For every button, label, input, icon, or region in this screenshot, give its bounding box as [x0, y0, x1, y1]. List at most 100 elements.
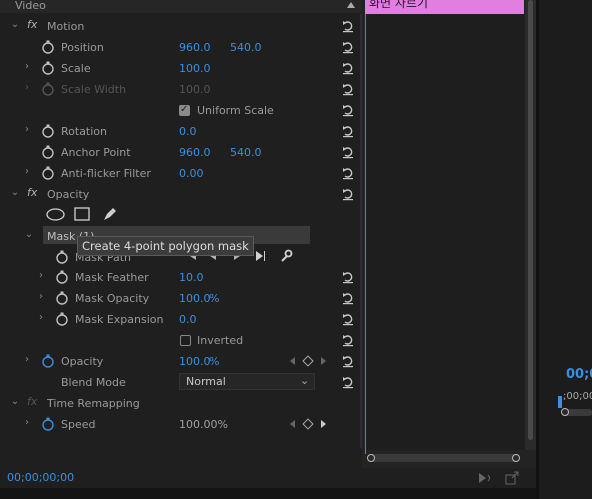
prev-keyframe-icon[interactable] — [290, 420, 295, 428]
current-timecode[interactable]: 00;00;00;00 — [7, 471, 74, 485]
playhead-line[interactable] — [365, 14, 366, 454]
stopwatch-icon[interactable] — [41, 166, 55, 180]
stopwatch-icon[interactable] — [55, 291, 69, 305]
scale-width-value: 100.0 — [179, 83, 211, 96]
chevron-down-icon[interactable]: ⌄ — [23, 229, 35, 241]
chevron-right-icon: › — [25, 82, 29, 93]
reset-icon[interactable] — [341, 354, 355, 368]
rotation-value[interactable]: 0.0 — [179, 125, 197, 139]
scroll-handle-left[interactable] — [367, 454, 375, 462]
chevron-right-icon[interactable]: › — [35, 312, 47, 324]
time-remapping-row[interactable]: ⌄ fx Time Remapping — [0, 393, 362, 414]
anchor-point-y-value[interactable]: 540.0 — [230, 146, 262, 160]
reset-icon[interactable] — [341, 103, 355, 117]
opacity-unit: % — [209, 355, 220, 368]
position-row: Position 960.0 540.0 — [0, 37, 362, 58]
stopwatch-icon[interactable] — [55, 312, 69, 326]
reset-icon[interactable] — [341, 291, 355, 305]
add-keyframe-icon[interactable] — [302, 418, 314, 430]
vertical-scrollbar-thumb[interactable] — [528, 0, 533, 440]
timeline-ruler-label: ;00;00 — [563, 391, 592, 402]
position-label: Position — [61, 41, 104, 54]
stopwatch-icon[interactable] — [41, 124, 55, 138]
ellipse-mask-icon[interactable] — [46, 208, 65, 221]
wrench-icon[interactable] — [279, 249, 293, 263]
play-audio-icon[interactable] — [478, 472, 492, 484]
mask-expansion-value[interactable]: 0.0 — [179, 313, 197, 327]
fx-icon: fx — [27, 395, 38, 408]
fx-icon[interactable]: fx — [27, 18, 37, 32]
clip-bar[interactable]: 화면 자르기 — [365, 0, 524, 14]
mask-opacity-value[interactable]: 100.0 — [179, 292, 211, 306]
stopwatch-icon[interactable] — [55, 250, 69, 264]
speed-value[interactable]: 100.00% — [179, 418, 228, 432]
reset-icon[interactable] — [341, 145, 355, 159]
opacity-value[interactable]: 100.0 — [179, 355, 211, 369]
speed-row: › Speed 100.00% — [0, 414, 362, 435]
timeline-panel: 00;0 ;00;00 — [539, 0, 592, 499]
prev-keyframe-icon[interactable] — [290, 357, 295, 365]
uniform-scale-label: Uniform Scale — [197, 104, 274, 117]
fx-icon[interactable]: fx — [27, 186, 37, 200]
scroll-handle-right[interactable] — [512, 454, 520, 462]
anchor-point-x-value[interactable]: 960.0 — [179, 146, 211, 160]
video-header-title: Video — [15, 0, 46, 12]
inverted-label: Inverted — [197, 334, 244, 347]
chevron-down-icon[interactable]: ⌄ — [9, 187, 21, 199]
reset-icon[interactable] — [341, 19, 355, 33]
timeline-playhead[interactable] — [558, 396, 562, 408]
stopwatch-icon[interactable] — [41, 145, 55, 159]
motion-label: Motion — [47, 20, 85, 33]
chevron-right-icon[interactable]: › — [21, 417, 33, 429]
stopwatch-active-icon[interactable] — [41, 354, 55, 368]
opacity-label: Opacity — [61, 355, 104, 368]
position-x-value[interactable]: 960.0 — [179, 41, 211, 55]
next-keyframe-icon[interactable] — [321, 357, 326, 365]
blend-mode-select[interactable]: Normal ⌄ — [179, 373, 315, 390]
next-keyframe-icon[interactable] — [321, 420, 326, 428]
pen-mask-icon[interactable] — [101, 206, 117, 222]
stopwatch-icon[interactable] — [41, 61, 55, 75]
anti-flicker-label: Anti-flicker Filter — [61, 167, 151, 180]
tooltip: Create 4-point polygon mask — [77, 236, 254, 256]
reset-icon[interactable] — [341, 124, 355, 138]
timeline-scroll-handle[interactable] — [561, 408, 569, 416]
chevron-right-icon[interactable]: › — [35, 270, 47, 282]
add-keyframe-icon[interactable] — [302, 355, 314, 367]
stopwatch-active-icon[interactable] — [41, 417, 55, 431]
scale-value[interactable]: 100.0 — [179, 62, 211, 76]
reset-icon[interactable] — [341, 40, 355, 54]
inverted-checkbox[interactable] — [180, 335, 191, 346]
horizontal-scrollbar[interactable] — [369, 454, 519, 462]
motion-row[interactable]: ⌄ fx Motion — [0, 16, 362, 37]
chevron-right-icon[interactable]: › — [21, 124, 33, 136]
uniform-scale-row: ✓ Uniform Scale — [0, 100, 362, 121]
export-icon[interactable] — [505, 471, 519, 485]
mask-feather-value[interactable]: 10.0 — [179, 271, 204, 285]
stopwatch-icon[interactable] — [55, 270, 69, 284]
reset-icon[interactable] — [341, 187, 355, 201]
reset-icon[interactable] — [341, 270, 355, 284]
stopwatch-icon[interactable] — [41, 40, 55, 54]
vertical-scrollbar-track[interactable] — [525, 0, 536, 450]
rectangle-mask-icon[interactable] — [74, 207, 90, 221]
track-forward-icon[interactable] — [256, 251, 263, 261]
chevron-right-icon[interactable]: › — [21, 166, 33, 178]
chevron-right-icon[interactable]: › — [21, 61, 33, 73]
reset-icon[interactable] — [341, 312, 355, 326]
collapse-up-icon[interactable] — [347, 2, 355, 8]
reset-icon[interactable] — [341, 375, 355, 389]
timeline-timecode[interactable]: 00;0 — [566, 368, 592, 382]
anti-flicker-value[interactable]: 0.00 — [179, 167, 204, 181]
reset-icon[interactable] — [341, 61, 355, 75]
opacity-row: › Opacity 100.0 % — [0, 351, 362, 372]
reset-icon[interactable] — [341, 166, 355, 180]
opacity-section-row[interactable]: ⌄ fx Opacity — [0, 184, 362, 205]
position-y-value[interactable]: 540.0 — [230, 41, 262, 55]
reset-icon[interactable] — [341, 82, 355, 96]
reset-icon[interactable] — [341, 333, 355, 347]
chevron-right-icon[interactable]: › — [21, 354, 33, 366]
chevron-down-icon[interactable]: ⌄ — [9, 396, 21, 408]
chevron-down-icon[interactable]: ⌄ — [9, 19, 21, 31]
chevron-right-icon[interactable]: › — [35, 291, 47, 303]
